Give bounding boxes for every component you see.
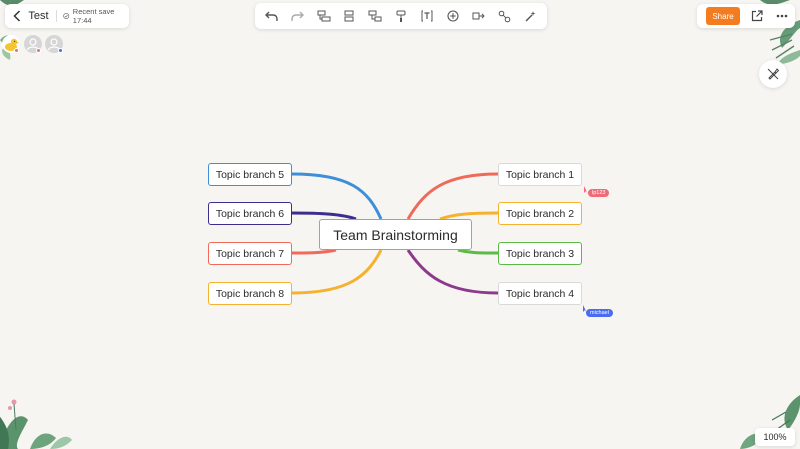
cursor-label-michael: michael — [586, 309, 613, 317]
zoom-level[interactable]: 100% — [755, 428, 795, 446]
cursor-label-lp123: lp123 — [588, 189, 610, 197]
collaborator-cursors — [583, 186, 588, 313]
